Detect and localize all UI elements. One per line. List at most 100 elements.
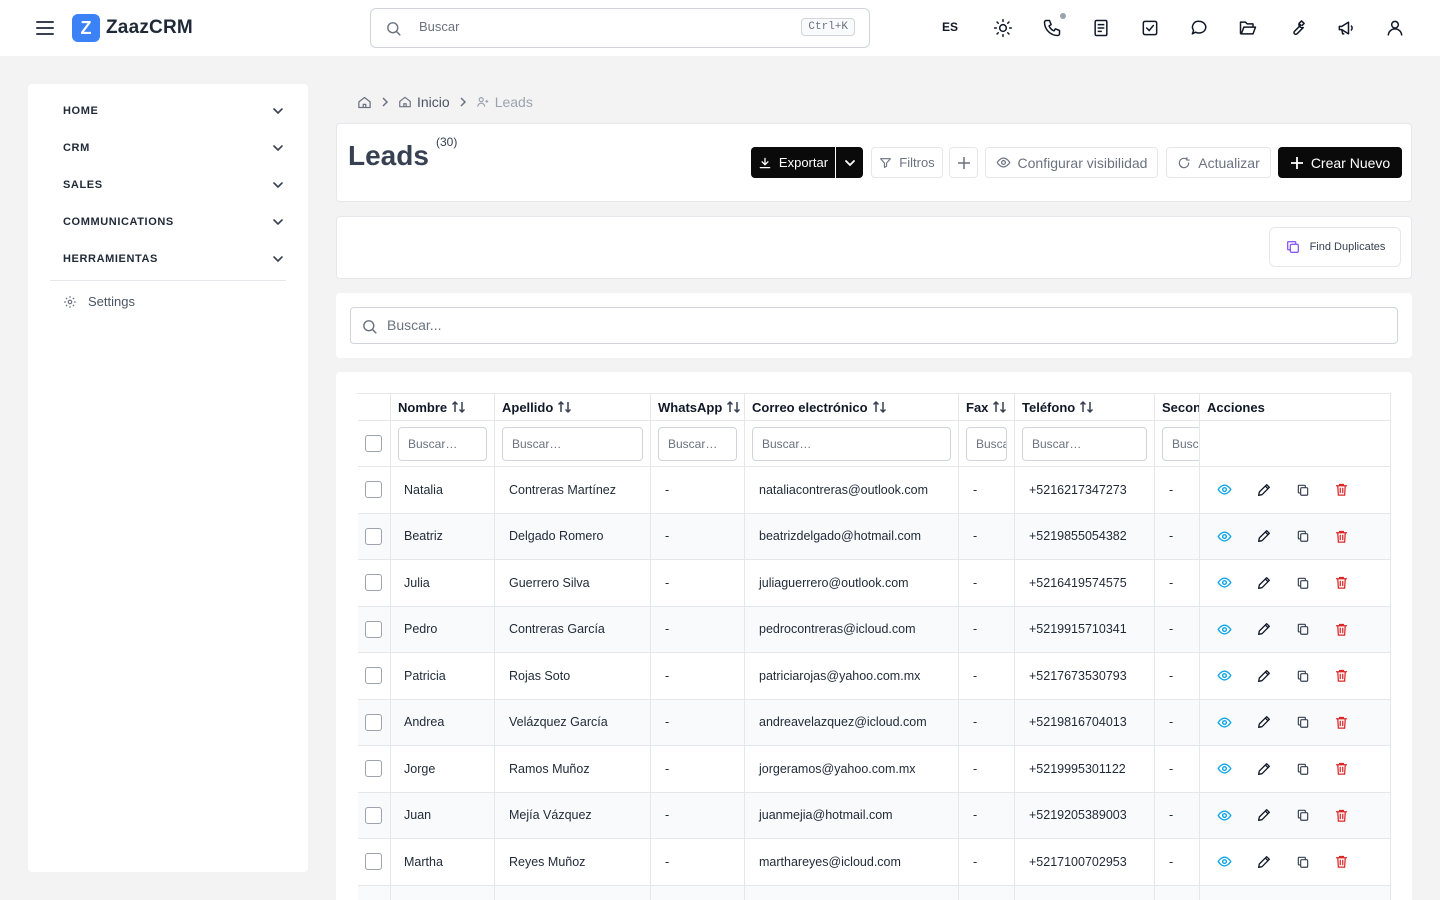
create-button[interactable]: Crear Nuevo	[1278, 147, 1402, 178]
copy-icon[interactable]	[1283, 521, 1322, 551]
table-row[interactable]: Martha Reyes Muñoz - marthareyes@icloud.com…	[358, 839, 1391, 886]
copy-icon[interactable]	[1283, 893, 1322, 900]
edit-icon[interactable]	[1244, 800, 1283, 830]
sidebar-item-herramientas[interactable]: HERRAMIENTAS	[63, 246, 285, 272]
trash-icon[interactable]	[1322, 847, 1361, 877]
phone-icon[interactable]	[1042, 18, 1062, 38]
add-filter-button[interactable]	[949, 147, 978, 178]
refresh-button[interactable]: Actualizar	[1166, 147, 1271, 178]
table-row[interactable]: Juan Mejía Vázquez - juanmejia@hotmail.com -…	[358, 792, 1391, 839]
trash-icon[interactable]	[1322, 568, 1361, 598]
edit-icon[interactable]	[1244, 754, 1283, 784]
copy-icon[interactable]	[1283, 754, 1322, 784]
trash-icon[interactable]	[1322, 754, 1361, 784]
trash-icon[interactable]	[1322, 661, 1361, 691]
sort-icon[interactable]	[872, 400, 887, 414]
tasks-icon[interactable]	[1140, 18, 1160, 38]
view-icon[interactable]	[1205, 614, 1244, 644]
column-header-second[interactable]: Secon	[1155, 394, 1200, 421]
edit-icon[interactable]	[1244, 707, 1283, 737]
user-icon[interactable]	[1385, 18, 1405, 38]
view-icon[interactable]	[1205, 568, 1244, 598]
column-header-nombre[interactable]: Nombre	[391, 394, 495, 421]
home-icon[interactable]	[357, 95, 372, 110]
table-row[interactable]: Natalia Contreras Martínez - nataliacontrer…	[358, 467, 1391, 514]
table-row[interactable]: Andrea Velázquez García - andreavelazquez@i…	[358, 699, 1391, 746]
column-header-whatsapp[interactable]: WhatsApp	[651, 394, 745, 421]
table-row[interactable]	[358, 885, 1391, 900]
megaphone-icon[interactable]	[1336, 18, 1356, 38]
row-checkbox[interactable]	[365, 574, 382, 592]
row-checkbox[interactable]	[365, 853, 382, 871]
table-row[interactable]: Julia Guerrero Silva - juliaguerrero@outloo…	[358, 560, 1391, 607]
copy-icon[interactable]	[1283, 568, 1322, 598]
edit-icon[interactable]	[1244, 614, 1283, 644]
column-header-telefono[interactable]: Teléfono	[1015, 394, 1155, 421]
find-duplicates-button[interactable]: Find Duplicates	[1269, 227, 1401, 267]
menu-icon[interactable]	[34, 17, 56, 39]
global-search[interactable]: Ctrl+K	[370, 8, 870, 48]
column-header-fax[interactable]: Fax	[959, 394, 1015, 421]
filter-input-nombre[interactable]	[398, 427, 487, 461]
edit-icon[interactable]	[1244, 475, 1283, 505]
sidebar-item-settings[interactable]: Settings	[63, 294, 135, 309]
trash-icon[interactable]	[1322, 521, 1361, 551]
edit-icon[interactable]	[1244, 521, 1283, 551]
visibility-button[interactable]: Configurar visibilidad	[985, 147, 1158, 178]
column-header-apellido[interactable]: Apellido	[495, 394, 651, 421]
copy-icon[interactable]	[1283, 614, 1322, 644]
copy-icon[interactable]	[1283, 800, 1322, 830]
edit-icon[interactable]	[1244, 893, 1283, 900]
copy-icon[interactable]	[1283, 707, 1322, 737]
table-search-input[interactable]	[387, 317, 1367, 333]
sort-icon[interactable]	[1079, 400, 1094, 414]
copy-icon[interactable]	[1283, 661, 1322, 691]
table-row[interactable]: Pedro Contreras García - pedrocontreras@icl…	[358, 606, 1391, 653]
trash-icon[interactable]	[1322, 893, 1361, 900]
copy-icon[interactable]	[1283, 475, 1322, 505]
row-checkbox[interactable]	[365, 713, 382, 731]
row-checkbox[interactable]	[365, 760, 382, 778]
notes-icon[interactable]	[1091, 18, 1111, 38]
row-checkbox[interactable]	[365, 620, 382, 638]
export-dropdown-button[interactable]	[836, 147, 863, 178]
view-icon[interactable]	[1205, 475, 1244, 505]
sort-icon[interactable]	[557, 400, 572, 414]
select-all-checkbox[interactable]	[365, 435, 382, 452]
sidebar-item-crm[interactable]: CRM	[63, 135, 285, 161]
filter-input-whatsapp[interactable]	[658, 427, 737, 461]
view-icon[interactable]	[1205, 893, 1244, 900]
sidebar-item-home[interactable]: HOME	[63, 98, 285, 124]
table-row[interactable]: Beatriz Delgado Romero - beatrizdelgado@hot…	[358, 513, 1391, 560]
filter-input-fax[interactable]	[966, 427, 1007, 461]
view-icon[interactable]	[1205, 800, 1244, 830]
edit-icon[interactable]	[1244, 661, 1283, 691]
view-icon[interactable]	[1205, 754, 1244, 784]
global-search-input[interactable]	[419, 19, 779, 34]
folder-icon[interactable]	[1238, 18, 1258, 38]
view-icon[interactable]	[1205, 661, 1244, 691]
sidebar-item-communications[interactable]: COMMUNICATIONS	[63, 209, 285, 235]
row-checkbox[interactable]	[365, 527, 382, 545]
export-button[interactable]: Exportar	[751, 147, 835, 178]
copy-icon[interactable]	[1283, 847, 1322, 877]
row-checkbox[interactable]	[365, 806, 382, 824]
row-checkbox[interactable]	[365, 667, 382, 685]
trash-icon[interactable]	[1322, 707, 1361, 737]
trash-icon[interactable]	[1322, 475, 1361, 505]
wrench-icon[interactable]	[1287, 18, 1307, 38]
view-icon[interactable]	[1205, 707, 1244, 737]
sun-icon[interactable]	[993, 18, 1013, 38]
chat-icon[interactable]	[1189, 18, 1209, 38]
row-checkbox[interactable]	[365, 481, 382, 499]
filter-input-second[interactable]	[1162, 427, 1199, 461]
edit-icon[interactable]	[1244, 568, 1283, 598]
trash-icon[interactable]	[1322, 800, 1361, 830]
sort-icon[interactable]	[726, 400, 741, 414]
breadcrumb-home[interactable]: Inicio	[398, 94, 450, 110]
edit-icon[interactable]	[1244, 847, 1283, 877]
sort-icon[interactable]	[451, 400, 466, 414]
filters-button[interactable]: Filtros	[871, 147, 943, 178]
column-header-correo[interactable]: Correo electrónico	[745, 394, 959, 421]
table-row[interactable]: Patricia Rojas Soto - patriciarojas@yahoo.c…	[358, 653, 1391, 700]
